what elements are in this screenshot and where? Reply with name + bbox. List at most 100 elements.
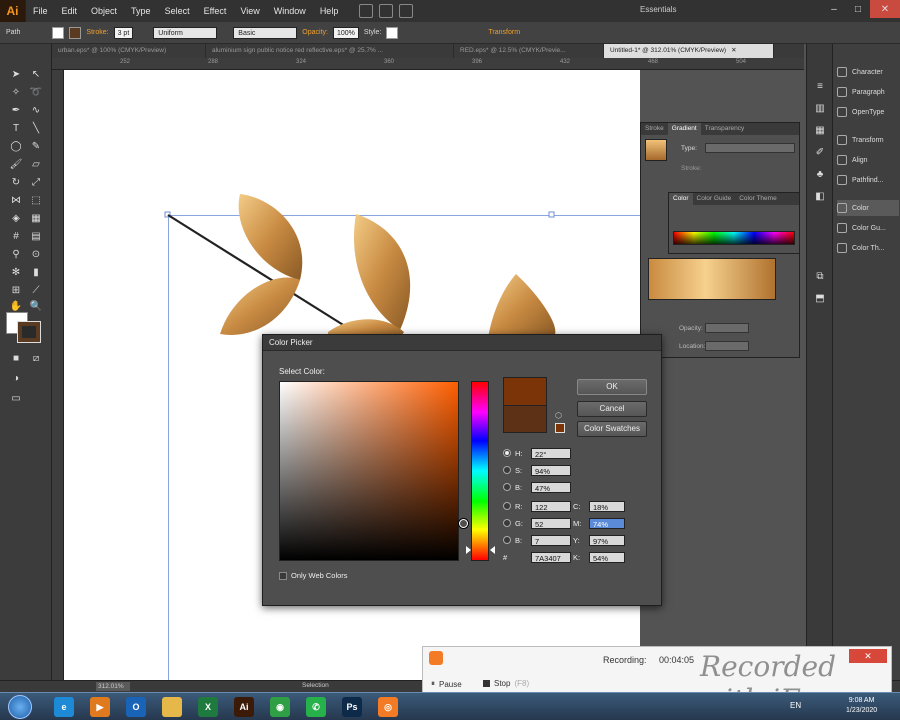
saturation-radio[interactable] — [503, 466, 511, 474]
panel-opentype[interactable]: OpenType — [837, 104, 899, 120]
menu-select[interactable]: Select — [158, 6, 197, 16]
selection-tool-icon[interactable]: ➤ — [8, 66, 24, 82]
panel-character[interactable]: Character — [837, 64, 899, 80]
ok-button[interactable]: OK — [577, 379, 647, 395]
blend-tool-icon[interactable]: ⊙ — [28, 246, 44, 262]
leaf-shape[interactable] — [488, 274, 556, 338]
color-mode-icon[interactable]: ■ — [8, 350, 24, 366]
symbols-icon[interactable]: ♣ — [812, 166, 828, 182]
libraries-icon[interactable]: ▥ — [812, 100, 828, 116]
paintbrush-tool-icon[interactable]: 🖌 — [8, 156, 24, 172]
saturation-brightness-field[interactable] — [279, 381, 468, 561]
brightness-radio[interactable] — [503, 483, 511, 491]
recorder-icon[interactable]: ◎ — [378, 697, 398, 717]
fill-swatch[interactable] — [52, 26, 65, 39]
fill-stroke-indicator[interactable] — [6, 312, 42, 343]
opacity-label[interactable]: Opacity: — [302, 29, 328, 36]
gradient-tool-icon[interactable]: ▤ — [28, 228, 44, 244]
leaf-shape[interactable] — [353, 214, 411, 330]
none-mode-icon[interactable]: ⧄ — [28, 350, 44, 366]
cancel-button[interactable]: Cancel — [577, 401, 647, 417]
excel-icon[interactable]: X — [198, 697, 218, 717]
free-transform-tool-icon[interactable]: ⬚ — [28, 192, 44, 208]
line-tool-icon[interactable]: ╲ — [28, 120, 44, 136]
system-clock[interactable]: 9:08 AM 1/23/2020 — [846, 696, 877, 716]
workspace-switcher[interactable]: Essentials — [640, 5, 676, 14]
menu-object[interactable]: Object — [84, 6, 124, 16]
variable-width-profile[interactable]: Uniform — [153, 26, 218, 39]
black-field[interactable]: 54% — [589, 551, 625, 563]
red-field[interactable]: 122 — [531, 500, 571, 512]
folder-icon[interactable] — [162, 697, 182, 717]
lasso-tool-icon[interactable]: ➰ — [28, 84, 44, 100]
mesh-tool-icon[interactable]: # — [8, 228, 24, 244]
menu-effect[interactable]: Effect — [197, 6, 234, 16]
leaf-shape[interactable] — [238, 194, 303, 280]
minimize-button[interactable]: – — [822, 0, 846, 18]
chrome-icon[interactable]: ◉ — [270, 697, 290, 717]
gradient-thumbnail[interactable] — [645, 139, 667, 161]
ellipse-tool-icon[interactable]: ◯ — [8, 138, 24, 154]
location-row-field[interactable] — [705, 341, 749, 351]
close-tab-icon[interactable]: ✕ — [731, 47, 736, 54]
gpu-icon[interactable] — [399, 4, 414, 18]
leaf-shape[interactable] — [220, 277, 300, 335]
panel-pathfinder[interactable]: Pathfind... — [837, 172, 899, 188]
magic-wand-tool-icon[interactable]: ✧ — [8, 84, 24, 100]
panel-color-guide[interactable]: Color Gu... — [837, 220, 899, 236]
symbol-sprayer-tool-icon[interactable]: ✻ — [8, 264, 24, 280]
green-field[interactable]: 52 — [531, 517, 571, 529]
hue-slider[interactable] — [471, 381, 489, 561]
screen-mode-icon[interactable]: ▭ — [8, 390, 24, 406]
color-swatches-button[interactable]: Color Swatches — [577, 421, 647, 437]
tab-stroke[interactable]: Stroke — [641, 123, 668, 135]
tab-color[interactable]: Color — [669, 193, 693, 205]
transform-link[interactable]: Transform — [488, 29, 520, 36]
horizontal-ruler[interactable]: 252 288 324 360 396 432 468 504 — [52, 58, 804, 70]
tab-color-guide[interactable]: Color Guide — [693, 193, 736, 205]
curvature-tool-icon[interactable]: ∿ — [28, 102, 44, 118]
brightness-field[interactable]: 47% — [531, 481, 571, 493]
original-color-swatch[interactable] — [503, 405, 547, 433]
menu-view[interactable]: View — [233, 6, 266, 16]
gradient-type-select[interactable] — [705, 143, 795, 153]
tab-red[interactable]: RED.eps* @ 12.5% (CMYK/Previe... — [454, 44, 604, 58]
type-tool-icon[interactable]: T — [8, 120, 24, 136]
hue-field[interactable]: 22° — [531, 447, 571, 459]
tab-aluminium-sign[interactable]: aluminium sign public notice red reflect… — [206, 44, 454, 58]
saturation-field[interactable]: 94% — [531, 464, 571, 476]
rotate-tool-icon[interactable]: ↻ — [8, 174, 24, 190]
draw-mode-icon[interactable]: ◑ — [8, 370, 24, 386]
bridge-icon[interactable] — [359, 4, 374, 18]
out-of-gamut-icon[interactable]: ⬡ — [555, 411, 565, 421]
slice-tool-icon[interactable]: ⟋ — [28, 282, 44, 298]
yellow-field[interactable]: 97% — [589, 534, 625, 546]
panel-paragraph[interactable]: Paragraph — [837, 84, 899, 100]
menu-type[interactable]: Type — [124, 6, 158, 16]
green-radio[interactable] — [503, 519, 511, 527]
whatsapp-icon[interactable]: ✆ — [306, 697, 326, 717]
media-player-icon[interactable]: ▶ — [90, 697, 110, 717]
panel-color-themes[interactable]: Color Th... — [837, 240, 899, 256]
gradient-preview-bar[interactable] — [648, 258, 776, 300]
only-web-colors-option[interactable]: Only Web Colors — [279, 571, 348, 580]
tab-transparency[interactable]: Transparency — [701, 123, 749, 135]
pencil-tool-icon[interactable]: ✎ — [28, 138, 44, 154]
red-radio[interactable] — [503, 502, 511, 510]
panel-color[interactable]: Color — [837, 200, 899, 216]
direct-selection-tool-icon[interactable]: ↖ — [28, 66, 44, 82]
menu-file[interactable]: File — [26, 6, 55, 16]
eyedropper-tool-icon[interactable]: ⚲ — [8, 246, 24, 262]
pause-button[interactable]: ⏸ Pause — [431, 679, 462, 689]
color-spectrum-bar[interactable] — [673, 231, 795, 245]
artboards-icon[interactable]: ⧉ — [812, 268, 828, 284]
stroke-swatch[interactable] — [69, 26, 82, 39]
stroke-color-box[interactable] — [17, 321, 41, 343]
scale-tool-icon[interactable]: ⤢ — [28, 174, 44, 190]
zoom-level-field[interactable]: 312.01% — [96, 682, 130, 691]
web-safe-color-icon[interactable] — [555, 423, 565, 433]
graph-tool-icon[interactable]: ▮ — [28, 264, 44, 280]
eraser-tool-icon[interactable]: ▱ — [28, 156, 44, 172]
tab-untitled-1[interactable]: Untitled-1* @ 312.01% (CMYK/Preview) ✕ — [604, 44, 774, 58]
swatches-icon[interactable]: ▦ — [812, 122, 828, 138]
